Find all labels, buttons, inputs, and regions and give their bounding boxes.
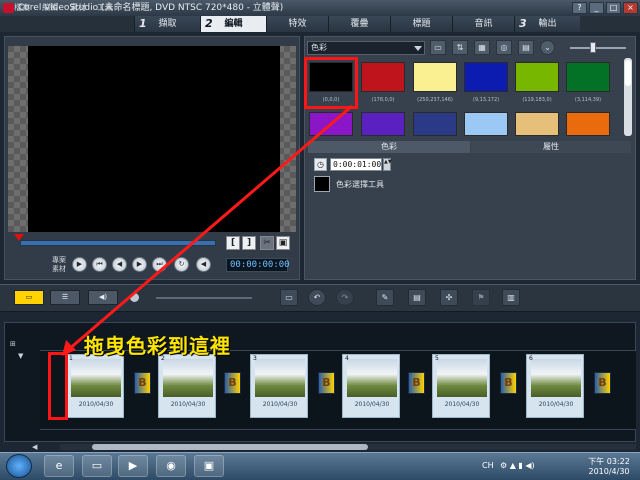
internet-explorer-icon[interactable]: e [44, 455, 74, 477]
clock-time[interactable]: 下午 03:22 [582, 456, 636, 467]
input-language[interactable]: CH [482, 461, 494, 470]
start-button[interactable] [6, 454, 32, 478]
file-explorer-icon[interactable]: ▭ [82, 455, 112, 477]
arrow-line [67, 104, 353, 352]
arrow-head [62, 340, 76, 356]
clock-date[interactable]: 2010/4/30 [582, 467, 636, 476]
timeline-scroll-thumb[interactable] [92, 444, 368, 450]
videostudio-taskbar-icon[interactable]: ▣ [194, 455, 224, 477]
tray-icons[interactable]: ⚙ ▲ ▮ ◀) [500, 461, 535, 470]
scroll-left-icon[interactable]: ◀ [32, 443, 37, 451]
media-player-icon[interactable]: ▶ [118, 455, 148, 477]
firefox-icon[interactable]: ◉ [156, 455, 186, 477]
drag-arrow [62, 104, 353, 356]
